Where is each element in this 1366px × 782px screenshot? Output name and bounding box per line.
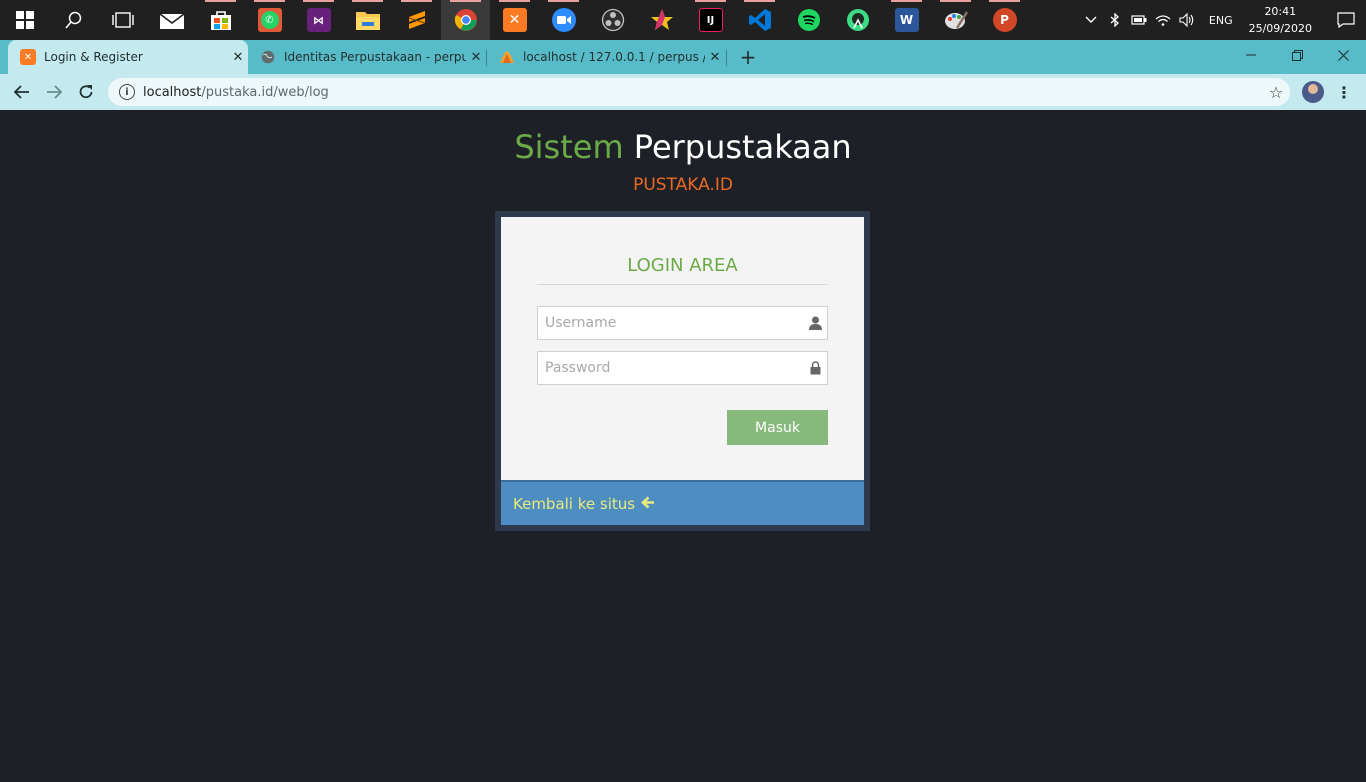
- tab-separator: [726, 50, 727, 66]
- intellij-icon[interactable]: IJ: [686, 0, 735, 40]
- close-icon[interactable]: ✕: [705, 50, 725, 65]
- lock-icon: [803, 361, 827, 375]
- back-to-site-link[interactable]: Kembali ke situs: [501, 480, 864, 525]
- login-submit-button[interactable]: Masuk: [727, 410, 828, 445]
- tab-title: localhost / 127.0.0.1 / perpus / tbl: [523, 50, 705, 64]
- windows-taskbar: ✆ ⋈ ✕ IJ W P ENG 20:41 25/09/2020: [0, 0, 1366, 40]
- reload-icon[interactable]: [72, 78, 100, 106]
- tab-login-register[interactable]: ✕ Login & Register ✕: [8, 40, 248, 74]
- chrome-icon[interactable]: [441, 0, 490, 40]
- zoom-icon[interactable]: [539, 0, 588, 40]
- vscode-icon[interactable]: [735, 0, 784, 40]
- url-host: localhost: [143, 84, 202, 100]
- task-view-icon[interactable]: [98, 0, 147, 40]
- url-path: /pustaka.id/web/log: [201, 84, 329, 100]
- password-input[interactable]: [538, 352, 803, 384]
- login-form: LOGIN AREA Masuk: [501, 217, 864, 480]
- notification-icon[interactable]: [1326, 0, 1366, 40]
- close-icon[interactable]: ✕: [466, 50, 486, 65]
- bluetooth-icon[interactable]: [1103, 0, 1127, 40]
- browser-tab-strip: ✕ Login & Register ✕ Identitas Perpustak…: [0, 40, 1366, 74]
- bookmark-star-icon[interactable]: ☆: [1262, 83, 1290, 102]
- file-explorer-icon[interactable]: [343, 0, 392, 40]
- visual-studio-icon[interactable]: ⋈: [294, 0, 343, 40]
- login-card: LOGIN AREA Masuk Kembali ke situs: [495, 211, 870, 531]
- username-input[interactable]: [538, 307, 803, 339]
- store-icon[interactable]: [196, 0, 245, 40]
- username-field[interactable]: [537, 306, 828, 340]
- volume-icon[interactable]: [1175, 0, 1199, 40]
- new-tab-button[interactable]: +: [736, 40, 760, 74]
- address-bar[interactable]: i localhost/pustaka.id/web/log ☆: [108, 78, 1290, 106]
- clock-time: 20:41: [1264, 5, 1297, 18]
- close-window-button[interactable]: [1320, 40, 1366, 70]
- star-app-icon[interactable]: [637, 0, 686, 40]
- menu-icon[interactable]: ⋮: [1334, 80, 1354, 104]
- profile-avatar[interactable]: [1302, 81, 1324, 103]
- browser-toolbar: i localhost/pustaka.id/web/log ☆ ⋮: [0, 74, 1366, 110]
- tab-identitas-perpustakaan[interactable]: Identitas Perpustakaan - perpustakaan ✕: [248, 40, 486, 74]
- battery-icon[interactable]: [1127, 0, 1151, 40]
- password-field[interactable]: [537, 351, 828, 385]
- search-icon[interactable]: [49, 0, 98, 40]
- arrow-left-icon: [641, 494, 655, 513]
- page-title-accent: Sistem: [514, 128, 624, 166]
- clock-date: 25/09/2020: [1248, 22, 1312, 35]
- forward-arrow-icon[interactable]: [40, 78, 68, 106]
- paint-icon[interactable]: [931, 0, 980, 40]
- page-title: Sistem Perpustakaan: [0, 128, 1366, 166]
- mail-icon[interactable]: [147, 0, 196, 40]
- xampp-icon[interactable]: ✕: [490, 0, 539, 40]
- language-indicator[interactable]: ENG: [1199, 14, 1243, 27]
- whatsapp-icon[interactable]: ✆: [245, 0, 294, 40]
- close-icon[interactable]: ✕: [228, 50, 248, 65]
- word-icon[interactable]: W: [882, 0, 931, 40]
- obs-icon[interactable]: [588, 0, 637, 40]
- tab-title: Login & Register: [44, 50, 143, 64]
- spotify-icon[interactable]: [784, 0, 833, 40]
- clock[interactable]: 20:41 25/09/2020: [1243, 3, 1326, 37]
- back-arrow-icon[interactable]: [8, 78, 36, 106]
- user-icon: [803, 316, 827, 330]
- tab-phpmyadmin[interactable]: localhost / 127.0.0.1 / perpus / tbl ✕: [487, 40, 725, 74]
- xampp-icon: ✕: [20, 49, 36, 65]
- powerpoint-icon[interactable]: P: [980, 0, 1029, 40]
- sublime-icon[interactable]: [392, 0, 441, 40]
- restore-button[interactable]: [1274, 40, 1320, 70]
- url-text[interactable]: localhost/pustaka.id/web/log: [143, 85, 1262, 100]
- chevron-up-icon[interactable]: [1079, 0, 1103, 40]
- login-heading: LOGIN AREA: [537, 255, 828, 285]
- page-subtitle: PUSTAKA.ID: [633, 175, 733, 195]
- site-info-icon[interactable]: i: [119, 84, 135, 100]
- start-icon[interactable]: [0, 0, 49, 40]
- back-to-site-label: Kembali ke situs: [513, 494, 636, 513]
- system-tray: ENG 20:41 25/09/2020: [1079, 0, 1366, 40]
- wifi-icon[interactable]: [1151, 0, 1175, 40]
- page-title-main: Perpustakaan: [633, 128, 852, 166]
- minimize-button[interactable]: [1228, 40, 1274, 70]
- android-studio-icon[interactable]: [833, 0, 882, 40]
- globe-icon: [260, 49, 276, 65]
- phpmyadmin-icon: [499, 49, 515, 65]
- tab-title: Identitas Perpustakaan - perpustakaan: [284, 50, 466, 64]
